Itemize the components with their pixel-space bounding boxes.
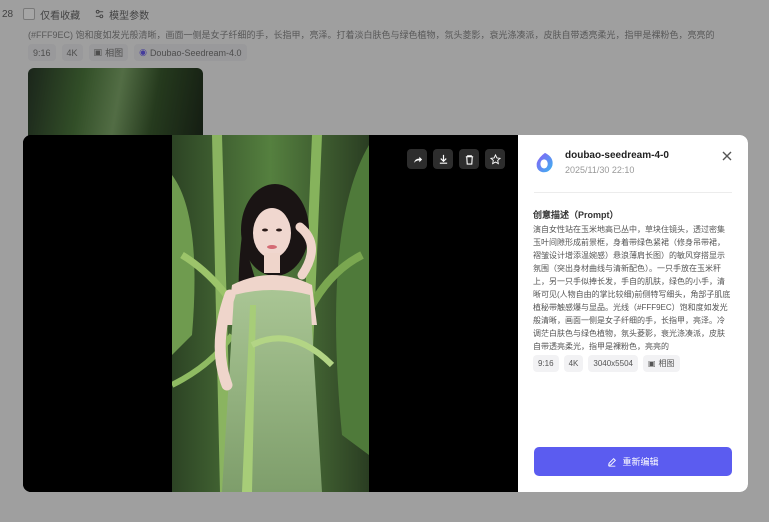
generated-image[interactable]: [172, 135, 369, 492]
share-button[interactable]: [407, 149, 427, 169]
image-icon: ▣: [647, 359, 656, 368]
edit-icon: [608, 457, 617, 467]
share-icon: [413, 156, 422, 163]
prompt-text: 演自女性站在玉米地高已丛中，草块住镜头，透过密集玉叶间隙形成前景框，身着带绿色紧…: [533, 225, 731, 351]
timestamp: 2025/11/30 22:10: [565, 165, 635, 175]
delete-button[interactable]: [459, 149, 479, 169]
doubao-logo-icon: [536, 152, 553, 172]
photo-illustration: [172, 135, 369, 492]
tag-image-type: ▣ 相图: [642, 355, 680, 372]
tag-ratio: 9:16: [533, 355, 559, 372]
delete-icon: [465, 154, 473, 165]
tag-image-type-label: 相图: [658, 359, 675, 368]
details-panel: doubao-seedream-4-0 2025/11/30 22:10 创意描…: [518, 135, 748, 492]
tag-dimensions: 3040x5504: [588, 355, 638, 372]
image-viewer: [23, 135, 518, 492]
image-toolbar: [407, 149, 505, 169]
divider: [534, 192, 732, 193]
download-button[interactable]: [433, 149, 453, 169]
star-icon: [489, 153, 501, 165]
close-icon[interactable]: [720, 149, 734, 163]
tag-resolution: 4K: [563, 355, 584, 372]
model-name: doubao-seedream-4-0: [565, 150, 669, 161]
favorite-button[interactable]: [485, 149, 505, 169]
prompt-tag-list: 9:16 4K 3040x5504 ▣ 相图: [533, 355, 680, 372]
download-icon: [439, 154, 447, 164]
prompt-title: 创意描述（Prompt）: [533, 210, 619, 220]
image-detail-modal: doubao-seedream-4-0 2025/11/30 22:10 创意描…: [23, 135, 748, 492]
re-edit-label: 重新编辑: [622, 457, 659, 467]
model-header: doubao-seedream-4-0 2025/11/30 22:10: [534, 150, 669, 175]
re-edit-button[interactable]: 重新编辑: [534, 447, 732, 476]
